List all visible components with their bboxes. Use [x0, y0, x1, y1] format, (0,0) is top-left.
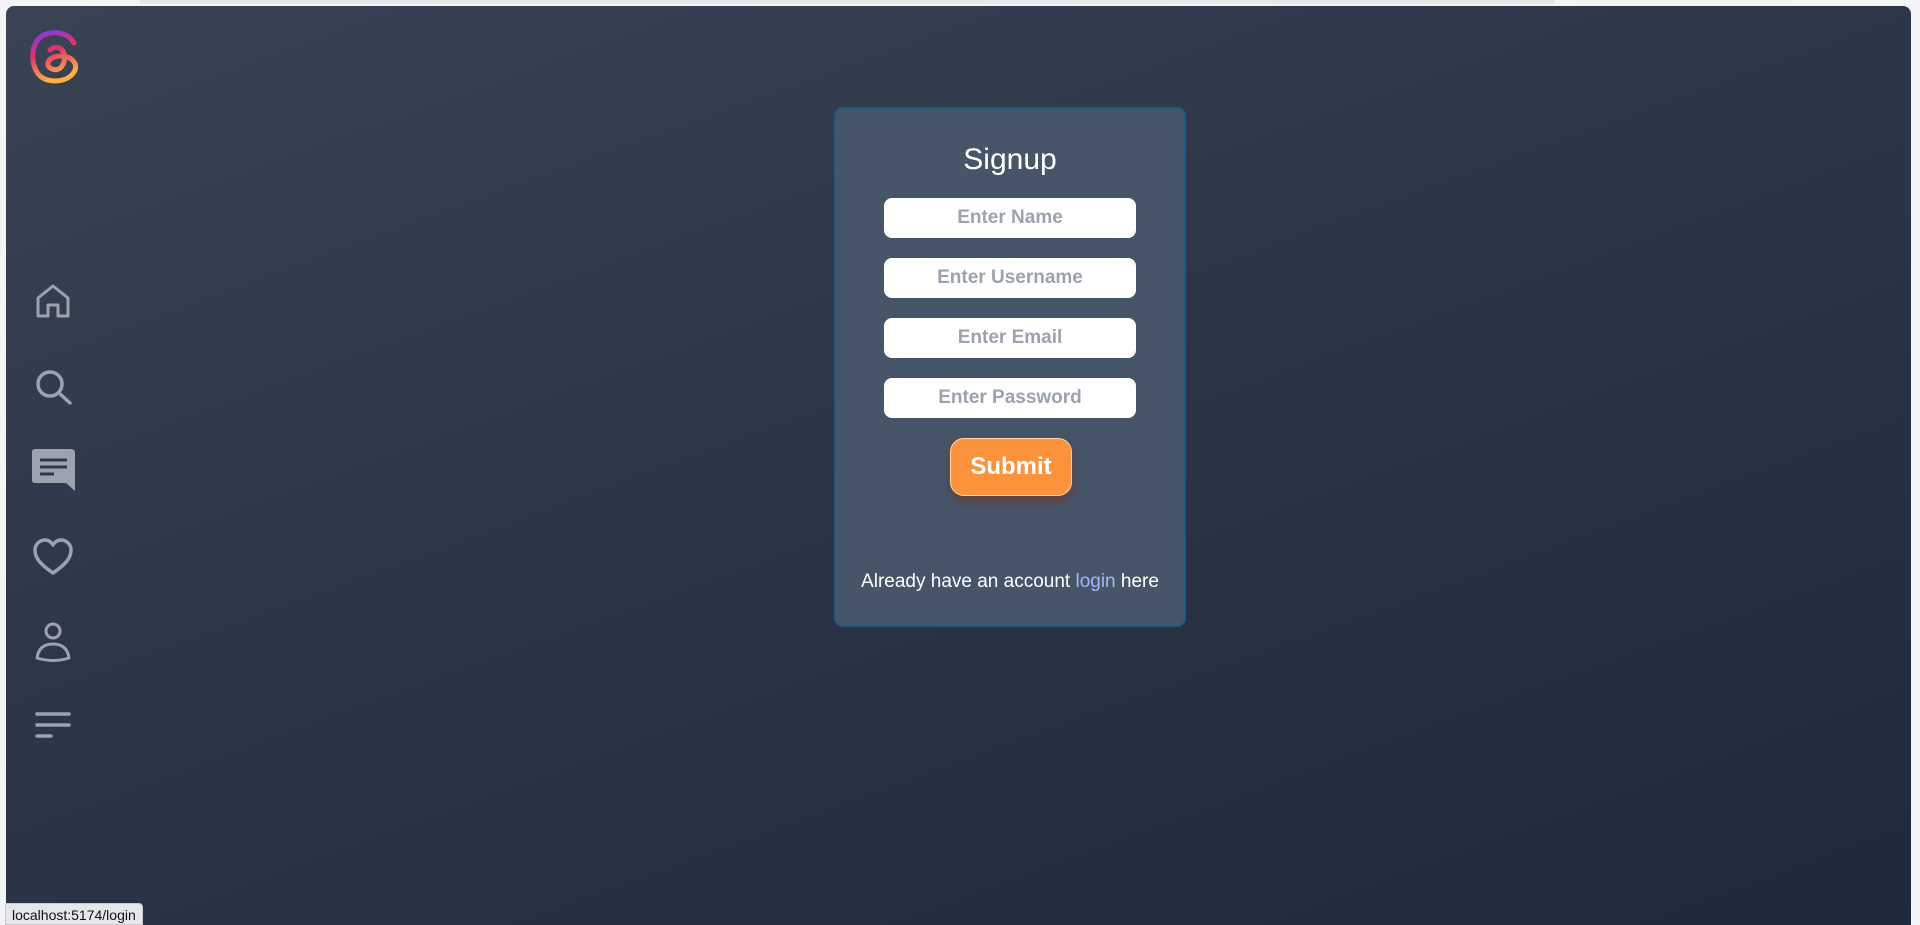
heart-icon — [33, 538, 73, 575]
browser-top-line — [140, 0, 1555, 4]
login-link[interactable]: login — [1075, 571, 1115, 592]
status-bar-url: localhost:5174/login — [5, 903, 143, 925]
nav-home[interactable] — [30, 278, 76, 324]
login-prompt-prefix: Already have an account — [861, 571, 1076, 592]
threads-logo-icon[interactable] — [24, 26, 86, 88]
nav-menu[interactable] — [30, 703, 76, 749]
login-prompt-suffix: here — [1115, 571, 1159, 592]
name-input[interactable] — [884, 198, 1136, 238]
nav-activity[interactable] — [30, 534, 76, 580]
nav-profile[interactable] — [30, 619, 76, 665]
chat-icon — [32, 449, 75, 491]
home-icon — [36, 284, 70, 318]
login-prompt: Already have an account login here — [836, 571, 1184, 593]
nav-messages[interactable] — [30, 447, 76, 493]
email-input[interactable] — [884, 318, 1136, 358]
nav-search[interactable] — [30, 364, 76, 410]
page-title: Signup — [963, 143, 1057, 176]
user-icon — [35, 622, 71, 662]
submit-button[interactable]: Submit — [950, 438, 1072, 496]
password-input[interactable] — [884, 378, 1136, 418]
search-icon — [36, 370, 72, 405]
signup-card: Signup Submit Already have an account lo… — [834, 107, 1186, 627]
menu-icon — [35, 712, 71, 738]
username-input[interactable] — [884, 258, 1136, 298]
